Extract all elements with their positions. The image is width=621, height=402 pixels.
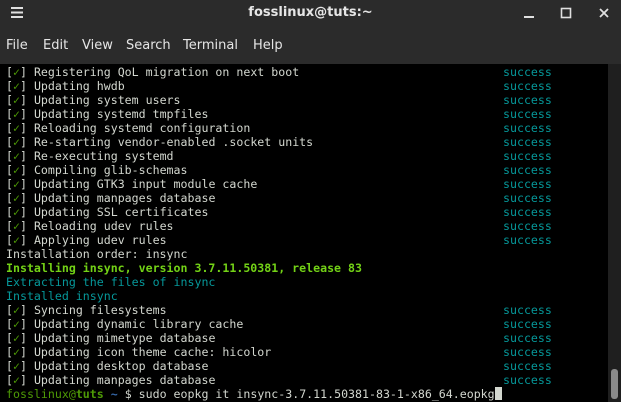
status-success: success (503, 79, 552, 93)
output-line: [✓] Applying udev rules (6, 233, 167, 247)
status-success: success (503, 121, 552, 135)
status-success: success (503, 359, 552, 373)
output-line: [✓] Updating dynamic library cache (6, 317, 244, 331)
menu-edit[interactable]: Edit (43, 38, 68, 54)
output-line: [✓] Syncing filesystems (6, 303, 167, 317)
command-prompt[interactable]: fosslinux@tuts ~ $ sudo eopkg it insync-… (6, 387, 502, 401)
prompt-symbol: $ (124, 387, 132, 401)
menu-file[interactable]: File (6, 38, 28, 54)
output-line: [✓] Updating icon theme cache: hicolor (6, 345, 272, 359)
terminal-window: fosslinux@tuts:~ File Edit View Search T… (0, 0, 621, 402)
extracting-line: Extracting the files of insync (6, 275, 216, 289)
output-line: [✓] Re-starting vendor-enabled .socket u… (6, 135, 314, 149)
prompt-host: tuts (75, 387, 104, 401)
maximize-icon[interactable] (556, 3, 576, 23)
output-line: [✓] Updating system users (6, 93, 181, 107)
menu-terminal[interactable]: Terminal (183, 38, 238, 54)
status-success: success (503, 219, 552, 233)
output-line: [✓] Updating SSL certificates (6, 205, 209, 219)
output-line: [✓] Updating GTK3 input module cache (6, 177, 258, 191)
output-line: [✓] Re-executing systemd (6, 149, 174, 163)
prompt-user: fosslinux (6, 387, 69, 401)
terminal-output[interactable]: [✓] Registering QoL migration on next bo… (0, 64, 608, 402)
status-success: success (503, 205, 552, 219)
scrollbar[interactable] (608, 64, 621, 402)
menu-help[interactable]: Help (253, 38, 283, 54)
scrollbar-thumb[interactable] (611, 369, 618, 399)
installing-line: Installing insync, version 3.7.11.50381,… (6, 261, 362, 275)
output-line: [✓] Registering QoL migration on next bo… (6, 65, 300, 79)
title-bar[interactable]: fosslinux@tuts:~ (0, 0, 621, 26)
text-cursor (494, 387, 502, 400)
status-success: success (503, 317, 552, 331)
minimize-icon[interactable] (519, 3, 539, 23)
status-success: success (503, 303, 552, 317)
status-success: success (503, 373, 552, 387)
status-success: success (503, 93, 552, 107)
output-line: [✓] Updating hwdb (6, 79, 125, 93)
output-line: [✓] Updating manpages database (6, 373, 216, 387)
status-success: success (503, 65, 552, 79)
menu-view[interactable]: View (82, 38, 113, 54)
status-success: success (503, 331, 552, 345)
install-order-line: Installation order: insync (6, 247, 188, 261)
installed-line: Installed insync (6, 289, 118, 303)
menu-search[interactable]: Search (126, 38, 171, 54)
status-success: success (503, 135, 552, 149)
status-success: success (503, 233, 552, 247)
output-line: [✓] Reloading systemd configuration (6, 121, 251, 135)
close-icon[interactable] (594, 3, 614, 23)
output-line: [✓] Updating systemd tmpfiles (6, 107, 209, 121)
output-line: [✓] Updating desktop database (6, 359, 209, 373)
menu-bar: File Edit View Search Terminal Help (0, 26, 621, 65)
command-text: sudo eopkg it insync-3.7.11.50381-83-1-x… (138, 387, 495, 401)
status-success: success (503, 191, 552, 205)
output-line: [✓] Reloading udev rules (6, 219, 174, 233)
status-success: success (503, 107, 552, 121)
output-line: [✓] Updating mimetype database (6, 331, 216, 345)
status-success: success (503, 345, 552, 359)
output-line: [✓] Updating manpages database (6, 191, 216, 205)
prompt-path: ~ (110, 387, 118, 401)
output-line: [✓] Compiling glib-schemas (6, 163, 188, 177)
status-success: success (503, 149, 552, 163)
status-success: success (503, 177, 552, 191)
status-success: success (503, 163, 552, 177)
